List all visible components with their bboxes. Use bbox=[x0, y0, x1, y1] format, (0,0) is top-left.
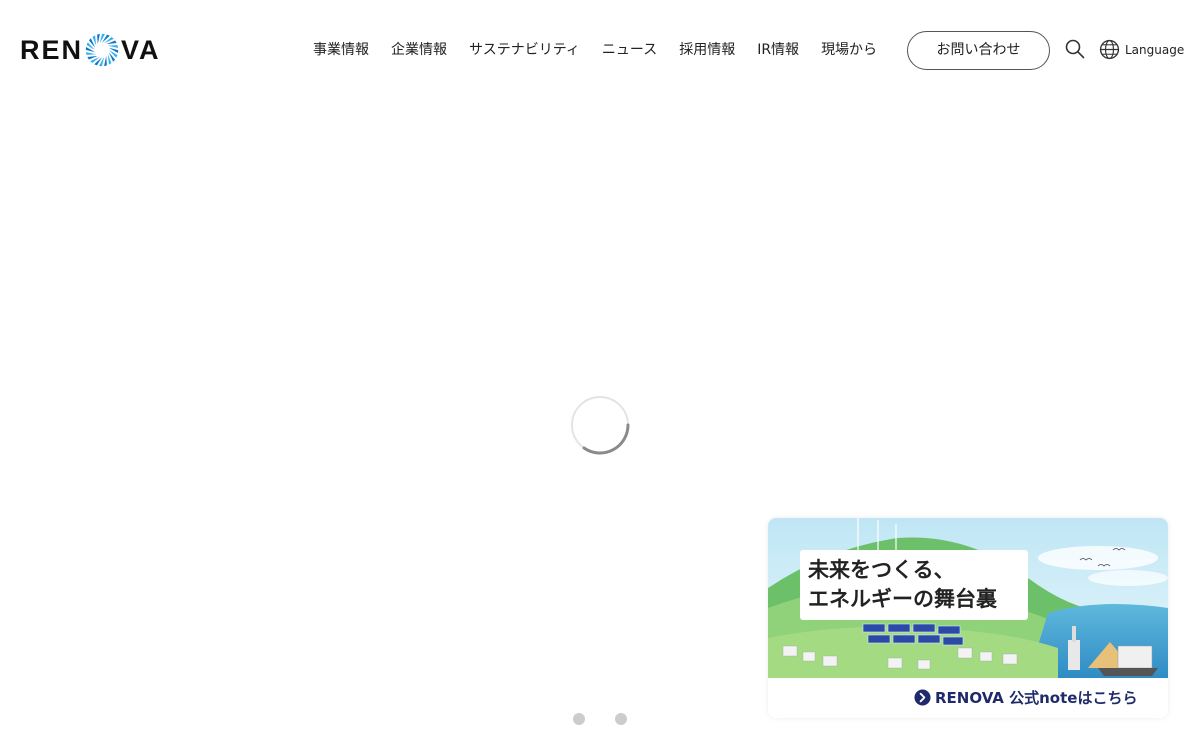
renova-logo[interactable]: REN VA bbox=[20, 30, 161, 70]
slider-dot-1[interactable] bbox=[573, 713, 585, 725]
site-header: REN VA 事業情報 企業情報 サステナビリティ ニュース 採用情報 IR情報… bbox=[0, 0, 1200, 100]
slider-dots bbox=[573, 713, 627, 725]
language-label: Language bbox=[1125, 42, 1185, 57]
note-banner[interactable]: 未来をつくる、 エネルギーの舞台裏 RENOVA 公式noteはこちら bbox=[768, 518, 1168, 718]
contact-button[interactable]: お問い合わせ bbox=[907, 31, 1050, 70]
nav-ir[interactable]: IR情報 bbox=[746, 38, 810, 62]
banner-title: 未来をつくる、 エネルギーの舞台裏 bbox=[800, 550, 1028, 620]
globe-icon bbox=[1099, 39, 1120, 60]
spinner-icon bbox=[571, 396, 630, 455]
logo-text-right: VA bbox=[121, 34, 161, 65]
nav-news[interactable]: ニュース bbox=[591, 38, 668, 62]
note-link-label: RENOVA 公式noteはこちら bbox=[935, 689, 1138, 707]
search-icon[interactable] bbox=[1065, 39, 1085, 59]
logo-text-left: REN bbox=[20, 34, 84, 65]
chevron-circle-right-icon bbox=[914, 689, 931, 706]
nav-recruit[interactable]: 採用情報 bbox=[668, 38, 746, 62]
language-switcher[interactable]: Language bbox=[1099, 39, 1184, 60]
nav-sustainability[interactable]: サステナビリティ bbox=[458, 38, 591, 62]
nav-business[interactable]: 事業情報 bbox=[302, 38, 380, 62]
logo-sunburst-icon bbox=[85, 33, 119, 67]
main-nav: 事業情報 企業情報 サステナビリティ ニュース 採用情報 IR情報 現場から bbox=[302, 38, 888, 62]
nav-field[interactable]: 現場から bbox=[810, 38, 888, 62]
nav-company[interactable]: 企業情報 bbox=[380, 38, 458, 62]
note-link[interactable]: RENOVA 公式noteはこちら bbox=[914, 687, 1137, 708]
slider-dot-2[interactable] bbox=[615, 713, 627, 725]
logo-wordmark: REN VA bbox=[20, 32, 161, 68]
